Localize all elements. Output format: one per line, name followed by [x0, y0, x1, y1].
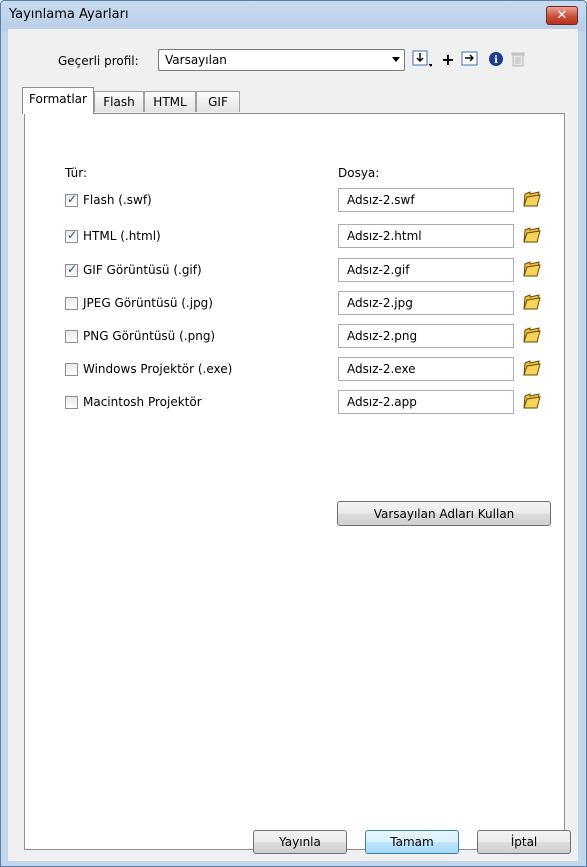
- close-button[interactable]: ✕: [546, 6, 578, 25]
- info-icon: i: [489, 52, 503, 66]
- folder-icon[interactable]: [523, 326, 541, 344]
- publish-settings-window: Yayınlama Ayarları ✕ Geçerli profil: Var…: [0, 0, 587, 867]
- checkmark-icon: ✓: [67, 228, 78, 242]
- folder-icon[interactable]: [523, 293, 541, 311]
- import-export-profile-button[interactable]: [412, 49, 432, 69]
- format-label: Windows Projektör (.exe): [83, 362, 233, 376]
- tab-html[interactable]: HTML: [144, 91, 196, 112]
- png-filename-input[interactable]: [338, 324, 514, 348]
- tab-gif[interactable]: GIF: [196, 91, 240, 112]
- duplicate-icon: [461, 51, 478, 66]
- format-label: GIF Görüntüsü (.gif): [83, 263, 202, 277]
- jpeg-checkbox[interactable]: [65, 297, 78, 310]
- format-row-flash: ✓ Flash (.swf): [25, 188, 564, 214]
- windows-projector-filename-input[interactable]: [338, 357, 514, 381]
- folder-icon[interactable]: [523, 392, 541, 410]
- tab-formats[interactable]: Formatlar: [22, 87, 94, 114]
- chevron-down-icon: [392, 57, 400, 62]
- add-profile-button[interactable]: +: [438, 49, 458, 69]
- format-label: Flash (.swf): [83, 193, 152, 207]
- window-title: Yayınlama Ayarları: [9, 7, 129, 22]
- gif-filename-input[interactable]: [338, 258, 514, 282]
- html-filename-input[interactable]: [338, 224, 514, 248]
- format-row-gif: ✓ GIF Görüntüsü (.gif): [25, 258, 564, 284]
- add-icon: +: [441, 49, 455, 69]
- mac-projector-checkbox[interactable]: [65, 396, 78, 409]
- publish-button[interactable]: Yayınla: [253, 830, 347, 854]
- format-label: Macintosh Projektör: [83, 395, 202, 409]
- profile-label: Geçerli profil:: [58, 54, 139, 68]
- profile-dropdown[interactable]: Varsayılan: [158, 49, 405, 71]
- format-label: JPEG Görüntüsü (.jpg): [83, 296, 213, 310]
- folder-icon[interactable]: [523, 359, 541, 377]
- flash-checkbox[interactable]: ✓: [65, 192, 78, 207]
- format-row-mac-projector: Macintosh Projektör: [25, 390, 564, 416]
- dialog-body: Geçerli profil: Varsayılan + i Formatlar…: [8, 29, 578, 861]
- tab-flash[interactable]: Flash: [94, 91, 144, 112]
- format-row-windows-projector: Windows Projektör (.exe): [25, 357, 564, 383]
- format-label: PNG Görüntüsü (.png): [83, 329, 216, 343]
- file-header: Dosya:: [338, 166, 380, 180]
- ok-button[interactable]: Tamam: [365, 830, 459, 854]
- title-bar[interactable]: Yayınlama Ayarları ✕: [1, 1, 586, 29]
- html-checkbox[interactable]: ✓: [65, 228, 78, 243]
- svg-text:i: i: [494, 55, 498, 66]
- folder-icon[interactable]: [523, 260, 541, 278]
- format-label: HTML (.html): [83, 229, 161, 243]
- mac-projector-filename-input[interactable]: [338, 390, 514, 414]
- png-checkbox[interactable]: [65, 330, 78, 343]
- use-default-names-button[interactable]: Varsayılan Adları Kullan: [337, 501, 551, 526]
- formats-panel: Tür: Dosya: ✓ Flash (.swf) ✓ HTML (.html…: [24, 113, 565, 850]
- profile-dropdown-value: Varsayılan: [165, 53, 227, 67]
- checkmark-icon: ✓: [67, 192, 78, 206]
- gif-checkbox[interactable]: ✓: [65, 262, 78, 277]
- flash-filename-input[interactable]: [338, 188, 514, 212]
- delete-profile-button[interactable]: [508, 49, 528, 69]
- folder-icon[interactable]: [523, 190, 541, 208]
- cancel-button[interactable]: İptal: [477, 830, 571, 854]
- format-row-html: ✓ HTML (.html): [25, 224, 564, 250]
- folder-icon[interactable]: [523, 226, 541, 244]
- close-icon: ✕: [556, 8, 568, 23]
- jpeg-filename-input[interactable]: [338, 291, 514, 315]
- duplicate-profile-button[interactable]: [460, 49, 480, 69]
- format-row-jpeg: JPEG Görüntüsü (.jpg): [25, 291, 564, 317]
- windows-projector-checkbox[interactable]: [65, 363, 78, 376]
- checkmark-icon: ✓: [67, 262, 78, 276]
- type-header: Tür:: [65, 166, 88, 180]
- delete-icon: [511, 52, 525, 67]
- import-export-icon: [412, 50, 432, 67]
- profile-row: Geçerli profil: Varsayılan + i: [8, 29, 578, 71]
- format-row-png: PNG Görüntüsü (.png): [25, 324, 564, 350]
- profile-info-button[interactable]: i: [486, 49, 506, 69]
